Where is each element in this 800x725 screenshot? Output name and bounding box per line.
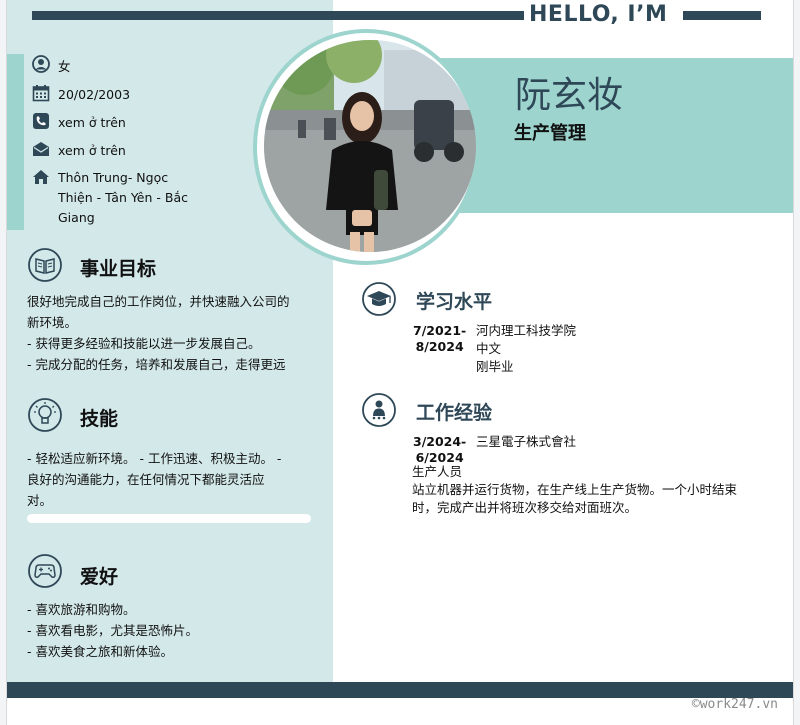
contact-phone: xem ở trên xyxy=(32,112,126,133)
header-bar-left xyxy=(32,11,524,20)
experience-date-start: 3/2024- xyxy=(413,434,467,449)
resume-page: HELLO, I’M 阮玄妆 生产管理 女 20/02/2003 xem ở t… xyxy=(6,0,794,725)
home-icon xyxy=(33,170,49,184)
education-school: 河内理工科技学院 xyxy=(476,323,577,338)
hobbies-line: - 喜欢看电影，尤其是恐怖片。 xyxy=(27,623,198,638)
career-goal-title: 事业目标 xyxy=(80,258,157,280)
career-goal-line: 新环境。 xyxy=(27,315,78,330)
hobbies-line: - 喜欢旅游和购物。 xyxy=(27,602,136,617)
left-accent-strip xyxy=(7,54,24,230)
education-details: 河内理工科技学院 中文 刚毕业 xyxy=(476,322,576,376)
calendar-icon xyxy=(32,85,50,102)
experience-title: 工作经验 xyxy=(416,402,493,424)
profile-name: 阮玄妆 xyxy=(515,75,624,116)
education-status: 刚毕业 xyxy=(476,359,514,374)
education-date-start: 7/2021- xyxy=(413,323,467,338)
career-goal-line: - 获得更多经验和技能以进一步发展自己。 xyxy=(27,336,261,351)
experience-desc-line: 站立机器并运行货物，在生产线上生产货物。一个小时结束 xyxy=(412,482,738,497)
experience-date: 3/2024- 6/2024 xyxy=(413,434,466,466)
email-text: xem ở trên xyxy=(58,143,126,158)
worker-icon xyxy=(362,393,396,427)
hobbies-title: 爱好 xyxy=(80,566,119,588)
contact-email: xem ở trên xyxy=(32,140,126,161)
experience-description: 站立机器并运行货物，在生产线上生产货物。一个小时结束 时，完成产出并将班次移交给… xyxy=(412,481,737,517)
address-line: Giang xyxy=(58,210,95,225)
book-icon xyxy=(28,248,62,282)
email-icon xyxy=(33,142,49,156)
profile-role: 生产管理 xyxy=(514,123,586,144)
footer-bar xyxy=(7,682,793,698)
header-greeting: HELLO, I’M xyxy=(529,2,668,27)
career-goal-text: 很好地完成自己的工作岗位，并快速融入公司的 新环境。 - 获得更多经验和技能以进… xyxy=(27,291,290,375)
experience-position: 生产人员 xyxy=(412,464,463,479)
education-date: 7/2021- 8/2024 xyxy=(413,323,466,355)
skills-line: - 轻松适应新环境。 - 工作迅速、积极主动。 - xyxy=(27,451,282,466)
education-date-end: 8/2024 xyxy=(415,339,464,354)
lightbulb-icon xyxy=(28,398,62,432)
career-goal-line: 很好地完成自己的工作岗位，并快速融入公司的 xyxy=(27,294,290,309)
address-line: Thiện - Tân Yên - Bắc xyxy=(58,190,188,205)
skills-line: 良好的沟通能力，在任何情况下都能灵活应 xyxy=(27,472,265,487)
contact-address: Thôn Trung- Ngọc Thiện - Tân Yên - Bắc G… xyxy=(32,168,198,228)
skills-text: - 轻松适应新环境。 - 工作迅速、积极主动。 - 良好的沟通能力，在任何情况下… xyxy=(27,448,281,511)
user-icon xyxy=(32,55,50,73)
address-text: Thôn Trung- Ngọc Thiện - Tân Yên - Bắc G… xyxy=(58,168,198,228)
career-goal-line: - 完成分配的任务，培养和发展自己，走得更远 xyxy=(27,357,286,372)
contact-gender: 女 xyxy=(32,55,71,77)
skills-title: 技能 xyxy=(80,408,119,430)
hobbies-text: - 喜欢旅游和购物。 - 喜欢看电影，尤其是恐怖片。 - 喜欢美食之旅和新体验。 xyxy=(27,599,198,662)
experience-desc-line: 时，完成产出并将班次移交给对面班次。 xyxy=(412,500,638,515)
education-title: 学习水平 xyxy=(416,291,493,313)
education-major: 中文 xyxy=(476,341,502,356)
contact-birthdate: 20/02/2003 xyxy=(32,84,130,105)
hobbies-line: - 喜欢美食之旅和新体验。 xyxy=(27,644,173,659)
graduation-cap-icon xyxy=(362,282,396,316)
profile-photo xyxy=(264,40,476,252)
header-bar-right xyxy=(683,11,761,20)
experience-company: 三星電子株式會社 xyxy=(476,434,577,449)
phone-text: xem ở trên xyxy=(58,115,126,130)
birthdate-text: 20/02/2003 xyxy=(58,87,131,102)
profile-photo-illustration xyxy=(264,40,476,252)
skills-line: 对。 xyxy=(27,493,53,508)
gender-text: 女 xyxy=(58,59,71,74)
gamepad-icon xyxy=(28,554,62,588)
watermark: ©work247.vn xyxy=(691,697,778,712)
skill-level-bar xyxy=(27,514,311,523)
address-line: Thôn Trung- Ngọc xyxy=(58,170,169,185)
phone-icon xyxy=(33,113,49,129)
